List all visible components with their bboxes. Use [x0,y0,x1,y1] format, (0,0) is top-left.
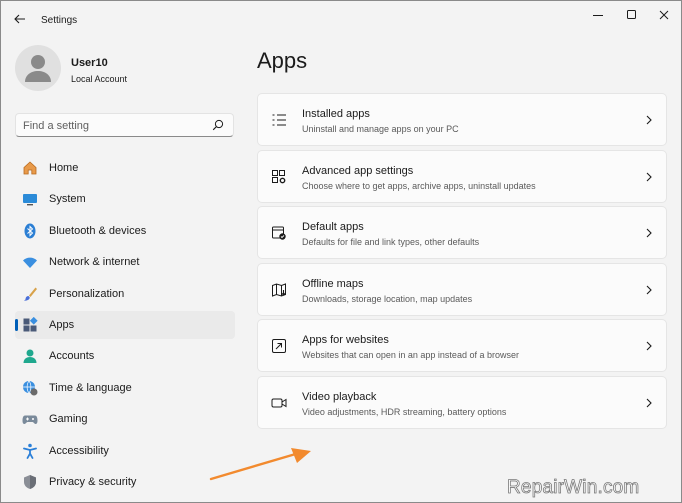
home-icon [23,161,37,175]
card-description: Defaults for file and link types, other … [302,237,480,248]
card-title: Advanced app settings [302,164,414,177]
page-title: Apps [257,48,308,73]
sidebar-item-time-language[interactable]: Time & language [15,374,235,402]
user-profile[interactable]: User10 Local Account [15,45,235,95]
back-arrow-icon [14,14,25,24]
sidebar-nav: Home System Bluetooth & devices Network … [15,154,235,499]
window-title: Settings [41,15,78,26]
user-avatar-icon [25,55,51,82]
default-apps-icon [272,226,286,240]
chevron-right-icon [646,115,652,125]
sidebar-item-label: Network & internet [49,256,140,269]
sidebar-item-label: System [49,193,86,206]
sidebar-item-personalization[interactable]: Personalization [15,280,235,308]
sidebar-item-bluetooth[interactable]: Bluetooth & devices [15,217,235,245]
minimize-icon [593,15,603,16]
chevron-right-icon [646,398,652,408]
gamepad-icon [22,415,38,425]
title-bar: Settings [1,1,681,37]
settings-window: Settings User10 Local Account Find a set… [0,0,682,503]
app-settings-icon [272,169,286,183]
card-title: Video playback [302,390,377,403]
chevron-right-icon [646,172,652,181]
list-icon [272,114,286,126]
chevron-right-icon [646,341,652,351]
card-offline-maps[interactable]: Offline maps Downloads, storage location… [257,262,667,316]
sidebar-item-label: Gaming [49,413,88,426]
card-title: Offline maps [302,277,364,290]
card-description: Choose where to get apps, archive apps, … [302,180,536,191]
sidebar-item-apps[interactable]: Apps [15,310,235,339]
sidebar-item-label: Time & language [49,381,132,394]
card-advanced-app-settings[interactable]: Advanced app settings Choose where to ge… [257,149,667,203]
maximize-button[interactable] [615,1,649,29]
sidebar-item-label: Personalization [49,287,125,300]
system-icon [23,194,37,206]
sidebar-item-label: Privacy & security [49,475,137,488]
card-description: Websites that can open in an app instead… [302,350,519,361]
maximize-icon [627,10,636,19]
chevron-right-icon [646,285,652,295]
shield-icon [24,474,36,489]
card-apps-for-websites[interactable]: Apps for websites Websites that can open… [257,319,667,373]
sidebar-item-privacy-security[interactable]: Privacy & security [15,468,235,496]
card-description: Video adjustments, HDR streaming, batter… [302,406,507,417]
brush-icon [24,287,37,301]
close-button[interactable] [647,1,681,29]
sidebar-item-accounts[interactable]: Accounts [15,342,235,370]
back-button[interactable] [9,9,31,29]
sidebar-item-label: Accessibility [49,444,109,457]
account-type: Local Account [71,74,128,84]
apps-icon [23,316,38,332]
globe-clock-icon [23,380,38,396]
sidebar-item-label: Home [49,162,79,174]
settings-cards: Installed apps Uninstall and manage apps… [257,93,667,433]
sidebar-item-home[interactable]: Home [15,154,235,182]
card-title: Default apps [302,221,364,234]
active-indicator [15,318,18,331]
chevron-right-icon [646,228,652,238]
watermark: RepairWin.com [507,477,640,499]
search-input[interactable] [23,118,203,133]
card-installed-apps[interactable]: Installed apps Uninstall and manage apps… [257,93,667,146]
sidebar-item-label: Apps [49,318,75,331]
open-external-icon [272,339,286,354]
search-box [15,113,234,137]
card-video-playback[interactable]: Video playback Video adjustments, HDR st… [257,375,667,429]
sidebar-item-label: Accounts [49,350,95,363]
search-icon[interactable] [212,119,224,131]
avatar [15,45,61,91]
wifi-icon [23,257,37,269]
accessibility-icon [23,443,37,459]
map-icon [272,283,286,297]
sidebar-item-network[interactable]: Network & internet [15,248,235,276]
video-icon [271,398,287,408]
close-icon [659,10,669,20]
annotation-arrow-icon [209,448,311,481]
sidebar-item-accessibility[interactable]: Accessibility [15,437,235,465]
card-title: Installed apps [302,108,370,120]
accounts-icon [23,349,37,364]
sidebar-item-label: Bluetooth & devices [49,224,147,237]
card-description: Uninstall and manage apps on your PC [302,124,459,134]
card-title: Apps for websites [302,334,389,347]
minimize-button[interactable] [581,1,615,29]
card-description: Downloads, storage location, map updates [302,293,473,304]
sidebar-item-system[interactable]: System [15,185,235,213]
sidebar-item-gaming[interactable]: Gaming [15,405,235,433]
bluetooth-icon [24,223,36,239]
card-default-apps[interactable]: Default apps Defaults for file and link … [257,206,667,260]
user-name: User10 [71,57,108,69]
